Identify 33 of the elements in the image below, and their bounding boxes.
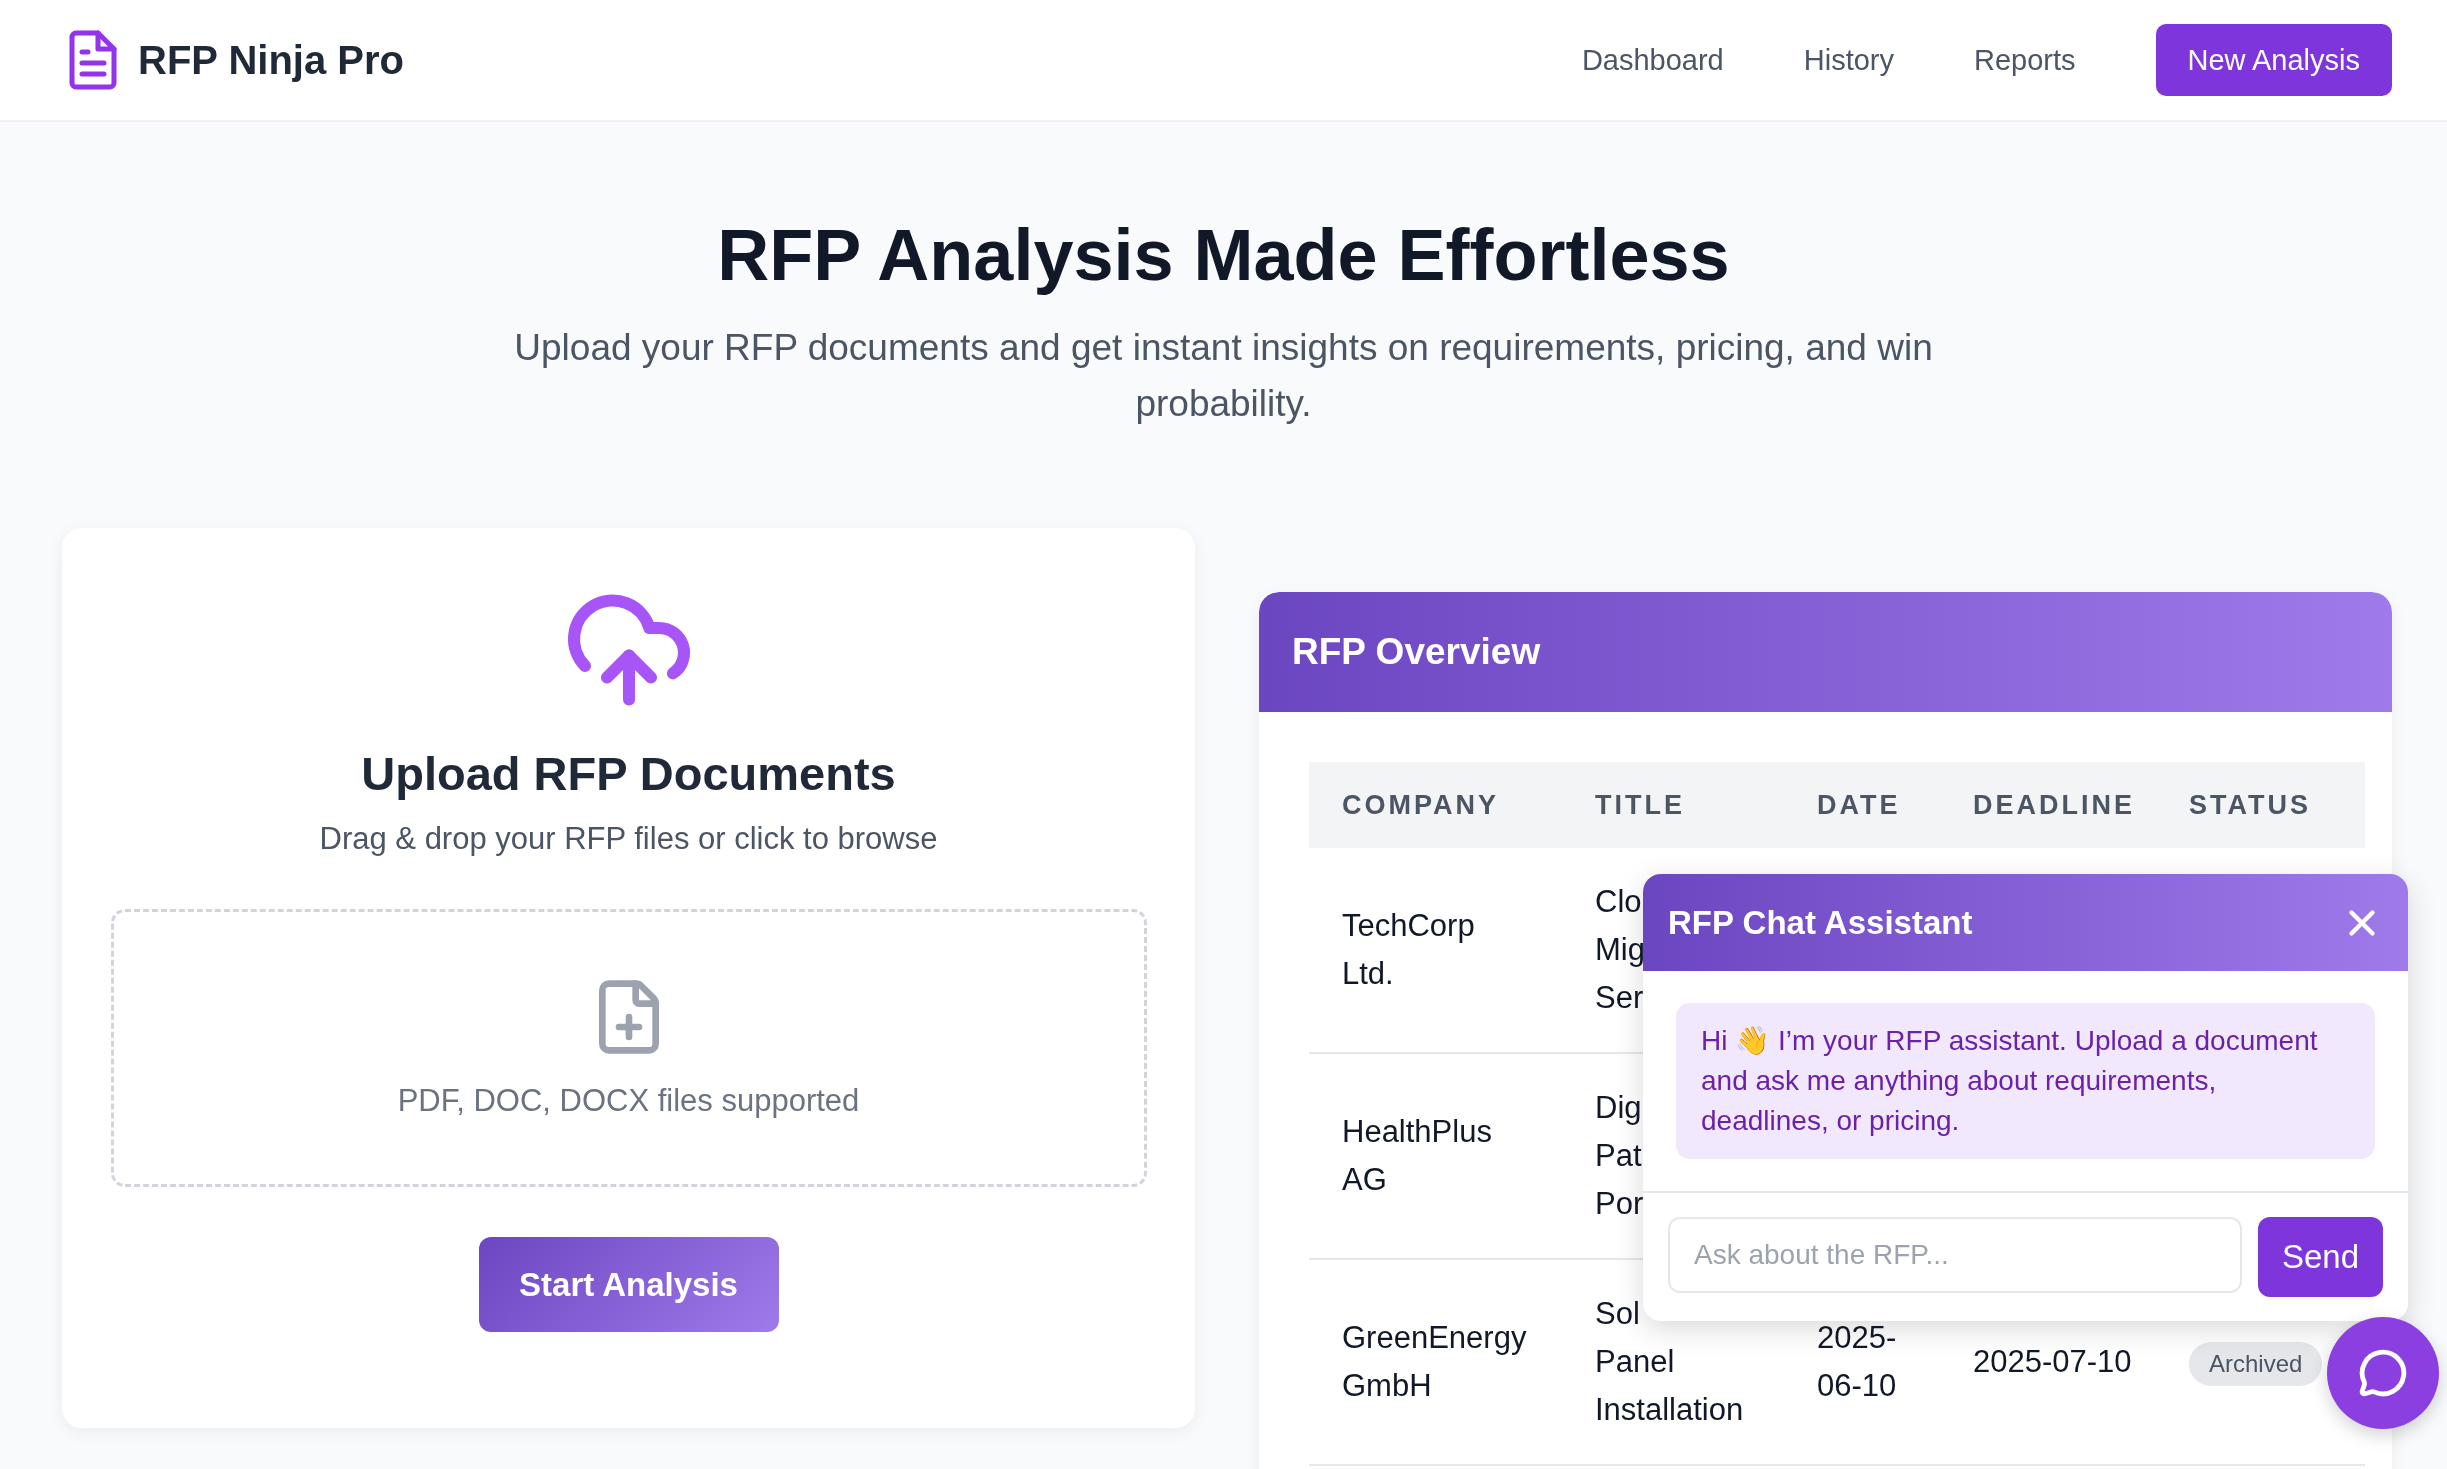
chat-title: RFP Chat Assistant xyxy=(1668,903,1973,942)
drop-zone[interactable]: PDF, DOC, DOCX files supported xyxy=(110,909,1147,1187)
hero-title: RFP Analysis Made Effortless xyxy=(716,214,1731,296)
column-header: STATUS xyxy=(2156,762,2365,848)
nav-link[interactable]: Reports xyxy=(1974,43,2076,77)
table-cell-text: TechCorp Ltd. xyxy=(1342,907,1476,993)
drop-zone-text: PDF, DOC, DOCX files supported xyxy=(397,1083,860,1119)
chat-bubble-icon xyxy=(2358,1348,2408,1398)
table-cell-text: GreenEnergy GmbH xyxy=(1342,1319,1528,1405)
table-cell-text: 2025-06-10 xyxy=(1817,1319,1898,1405)
nav-link[interactable]: History xyxy=(1803,43,1894,77)
document-icon xyxy=(68,30,118,90)
status-badge: Archived xyxy=(2189,1342,2323,1386)
upload-subtitle: Drag & drop your RFP files or click to browse xyxy=(319,821,938,857)
column-header: TITLE xyxy=(1562,762,1784,848)
upload-title: Upload RFP Documents xyxy=(361,746,896,801)
chat-input[interactable]: Ask about the RFP... xyxy=(1668,1217,2242,1293)
column-header: COMPANY xyxy=(1309,762,1562,848)
table-cell-text: Dig Pat Por xyxy=(1595,1089,1644,1223)
brand-name: RFP Ninja Pro xyxy=(138,37,404,83)
chat-message: Hi 👋 I’m your RFP assistant. Upload a document and ask me anything about requirements, deadlines, or pricing. xyxy=(1676,1003,2375,1159)
column-header: DATE xyxy=(1784,762,1940,848)
column-header: DEADLINE xyxy=(1940,762,2156,848)
start-analysis-button[interactable]: Start Analysis xyxy=(478,1237,779,1332)
hero-subtitle: Upload your RFP documents and get instant insights on requirements, pricing, and win probability. xyxy=(513,326,1934,426)
nav-link[interactable]: Dashboard xyxy=(1581,43,1724,77)
new-analysis-button[interactable]: New Analysis xyxy=(2155,24,2392,96)
table-cell-text: Clo Mig Ser xyxy=(1595,883,1645,1017)
send-button[interactable]: Send xyxy=(2257,1217,2383,1297)
table-cell-text: Sol Panel Installation xyxy=(1595,1295,1744,1429)
table-cell-text: 2025-07-10 xyxy=(1973,1343,2132,1381)
table-cell-text: HealthPlus AG xyxy=(1342,1113,1493,1199)
overview-title: RFP Overview xyxy=(1292,631,1541,673)
